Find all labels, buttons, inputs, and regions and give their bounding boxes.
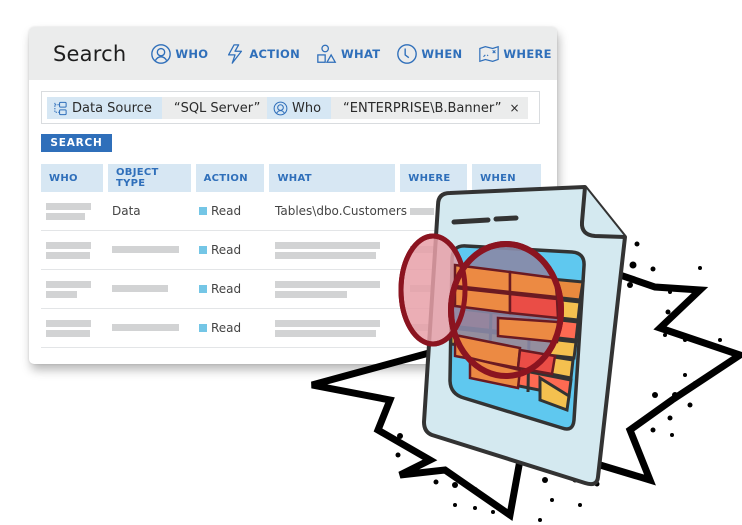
- redacted-where: [410, 324, 434, 331]
- redacted-who: [46, 320, 91, 327]
- redacted-object-type: [112, 285, 168, 292]
- nav-who[interactable]: WHO: [150, 43, 208, 65]
- column-header-who[interactable]: WHO: [41, 164, 103, 192]
- page-title: Search: [53, 41, 127, 66]
- redacted-where: [410, 285, 434, 292]
- cell-action-label: Read: [211, 243, 242, 257]
- table-header: WHO OBJECT TYPE ACTION WHAT WHERE WHEN: [41, 164, 541, 192]
- filter-chip-key-label: Data Source: [72, 100, 152, 116]
- redacted-what: [275, 281, 380, 288]
- nav-when[interactable]: WHEN: [396, 43, 462, 65]
- column-header-what[interactable]: WHAT: [269, 164, 396, 192]
- filter-chip-data-source[interactable]: Data Source “SQL Server” ×: [47, 97, 287, 119]
- nav-who-label: WHO: [175, 46, 209, 61]
- user-circle-icon: [151, 43, 172, 64]
- column-header-object-type[interactable]: OBJECT TYPE: [107, 164, 191, 192]
- lightning-icon: [228, 43, 243, 64]
- redacted-who: [46, 291, 77, 298]
- results-table: WHO OBJECT TYPE ACTION WHAT WHERE WHEN D…: [41, 164, 541, 348]
- shapes-icon: [317, 44, 337, 63]
- table-row[interactable]: Data Read Tables\dbo.Customers: [41, 192, 541, 231]
- search-panel: Search WHO ACTION WHAT WHEN WHERE Data S…: [29, 27, 557, 364]
- redacted-who: [46, 242, 91, 249]
- read-marker-icon: [199, 285, 207, 293]
- filter-chip-key-label: Who: [292, 100, 322, 116]
- nav-what[interactable]: WHAT: [316, 43, 380, 65]
- filter-chip-key: Who: [267, 97, 332, 119]
- read-marker-icon: [199, 207, 207, 215]
- clock-icon: [397, 43, 418, 64]
- redacted-what: [275, 330, 376, 337]
- user-circle-icon: [273, 101, 288, 115]
- redacted-who: [46, 330, 90, 337]
- column-header-where[interactable]: WHERE: [400, 164, 468, 192]
- redacted-what: [275, 252, 376, 259]
- nav-action-label: ACTION: [249, 46, 301, 61]
- map-icon: [479, 45, 500, 62]
- hierarchy-icon: [54, 101, 67, 115]
- table-row[interactable]: Read: [41, 309, 541, 348]
- redacted-what: [275, 291, 347, 298]
- column-header-action[interactable]: ACTION: [195, 164, 265, 192]
- redacted-what: [275, 242, 380, 249]
- filter-chip-value: “ENTERPRISE\B.Banner”: [343, 100, 502, 116]
- cell-action: Read: [199, 231, 241, 269]
- remove-filter-icon[interactable]: ×: [510, 101, 520, 115]
- search-header: Search WHO ACTION WHAT WHEN WHERE: [29, 27, 557, 80]
- filter-chip-value: “SQL Server”: [173, 100, 261, 116]
- redacted-who: [46, 203, 91, 210]
- redacted-what: [275, 320, 380, 327]
- filter-bar[interactable]: Data Source “SQL Server” × Who “ENTERPRI…: [41, 91, 540, 124]
- redacted-who: [46, 252, 90, 259]
- nav-where-label: WHERE: [503, 46, 552, 61]
- nav-when-label: WHEN: [421, 46, 463, 61]
- redacted-object-type: [112, 324, 179, 331]
- cell-action-label: Read: [211, 321, 242, 335]
- table-row[interactable]: Read: [41, 270, 541, 309]
- cell-action-label: Read: [211, 204, 242, 218]
- cell-action-label: Read: [211, 282, 242, 296]
- redacted-where: [410, 208, 434, 215]
- cell-what: Tables\dbo.Customers: [275, 204, 408, 218]
- read-marker-icon: [199, 324, 207, 332]
- cell-object-type: Data: [112, 204, 141, 218]
- cell-action: Read: [199, 309, 241, 347]
- filter-chip-key: Data Source: [47, 97, 162, 119]
- redacted-object-type: [112, 246, 179, 253]
- nav-where[interactable]: WHERE: [478, 43, 551, 65]
- filter-chip-who[interactable]: Who “ENTERPRISE\B.Banner” ×: [267, 97, 528, 119]
- read-marker-icon: [199, 246, 207, 254]
- column-header-when[interactable]: WHEN: [472, 164, 541, 192]
- redacted-who: [46, 213, 85, 220]
- redacted-where: [410, 246, 434, 253]
- cell-action: Read: [199, 270, 241, 308]
- cell-action: Read: [199, 192, 241, 230]
- table-row[interactable]: Read: [41, 231, 541, 270]
- search-button[interactable]: SEARCH: [41, 134, 112, 152]
- nav-action[interactable]: ACTION: [224, 43, 300, 65]
- nav-what-label: WHAT: [341, 46, 381, 61]
- redacted-who: [46, 281, 91, 288]
- filter-chip-value-wrap: “ENTERPRISE\B.Banner” ×: [331, 97, 528, 119]
